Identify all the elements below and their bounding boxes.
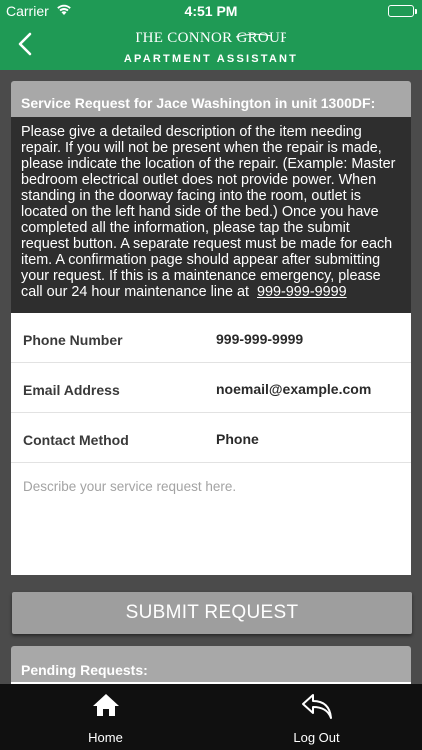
maintenance-phone-link[interactable]: 999-999-9999 <box>257 284 347 300</box>
phone-label: Phone Number <box>23 332 123 348</box>
instructions-text: Please give a detailed description of th… <box>21 124 396 300</box>
tab-home-label: Home <box>88 730 123 745</box>
pending-requests-header: Pending Requests: <box>11 646 411 682</box>
tab-logout-label: Log Out <box>293 730 340 745</box>
tab-bar: Home Log Out <box>0 684 422 750</box>
description-input[interactable] <box>11 463 411 575</box>
tab-logout[interactable]: Log Out <box>211 684 422 750</box>
logout-icon <box>211 692 422 720</box>
nav-bar: THE CONNOR GROUP APARTMENT ASSISTANT <box>0 22 422 70</box>
home-icon <box>0 692 211 718</box>
service-request-header: Service Request for Jace Washington in u… <box>11 81 411 117</box>
request-form: Phone Number 999-999-9999 Email Address … <box>11 313 411 575</box>
contact-method-label: Contact Method <box>23 432 129 448</box>
phone-value[interactable]: 999-999-9999 <box>216 331 303 347</box>
svg-text:THE CONNOR GROUP: THE CONNOR GROUP <box>136 30 286 46</box>
email-label: Email Address <box>23 382 120 398</box>
logo-brand: THE CONNOR GROUP <box>0 28 422 51</box>
logo-subtitle: APARTMENT ASSISTANT <box>123 53 299 65</box>
contact-method-row[interactable]: Contact Method Phone <box>11 413 411 463</box>
contact-method-value[interactable]: Phone <box>216 431 259 447</box>
email-row[interactable]: Email Address noemail@example.com <box>11 363 411 413</box>
status-time: 4:51 PM <box>184 3 238 19</box>
tab-home[interactable]: Home <box>0 684 211 750</box>
app-logo: THE CONNOR GROUP APARTMENT ASSISTANT <box>0 28 422 65</box>
battery-icon <box>388 5 417 17</box>
email-value[interactable]: noemail@example.com <box>216 381 371 397</box>
request-instructions: Please give a detailed description of th… <box>11 117 411 313</box>
phone-row[interactable]: Phone Number 999-999-9999 <box>11 313 411 363</box>
submit-request-button[interactable]: SUBMIT REQUEST <box>12 592 412 634</box>
status-bar: Carrier 4:51 PM <box>0 0 422 22</box>
